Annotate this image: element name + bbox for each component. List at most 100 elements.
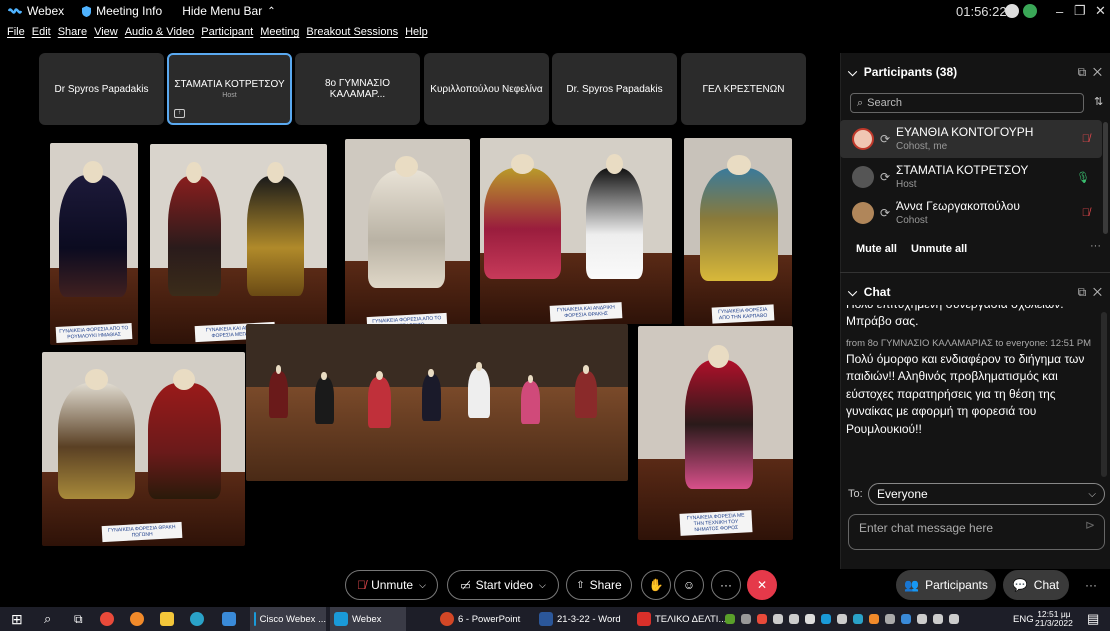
menu-breakout-sessions[interactable]: Breakout Sessions (306, 26, 398, 38)
hide-menu-bar-button[interactable]: Hide Menu Bar ⌃ (182, 4, 275, 18)
taskbar-app-powerpoint[interactable]: 6 - PowerPoint (440, 607, 520, 631)
video-tile[interactable]: Κυριλλοπούλου Νεφελίνα (424, 53, 549, 125)
collage-photo (246, 324, 628, 481)
participant-search-input[interactable]: ⌕ Search (850, 93, 1084, 113)
avatar (852, 166, 874, 188)
taskbar-clock[interactable]: 12:51 μμ 21/3/2022 (1035, 607, 1073, 631)
share-button[interactable]: ⇧ Share (566, 570, 632, 600)
minimize-button[interactable]: – (1056, 0, 1063, 22)
video-tile[interactable]: 8ο ΓΥΜΝΑΣΙΟ ΚΑΛΑΜΑΡ... (295, 53, 420, 125)
collage-photo: ΓΥΝΑΙΚΕΙΑ ΚΑΙ ΑΝΔΡΙΚΗ ΦΟΡΕΣΙΑ ΘΡΑΚΗΣ (480, 138, 672, 324)
pop-out-icon[interactable]: ⧉ (1078, 65, 1087, 79)
sync-icon: ⟳ (880, 132, 891, 146)
chat-bubble-icon: 💬 (1012, 578, 1028, 592)
participants-title[interactable]: ⌵ Participants (38) (848, 65, 957, 80)
chat-input[interactable]: Enter chat message here (848, 514, 1105, 550)
menu-file[interactable]: File (7, 26, 25, 38)
reactions-button[interactable]: ☺ (674, 570, 704, 600)
participants-button[interactable]: 👥 Participants (896, 570, 996, 600)
collage-photo: ΓΥΝΑΙΚΕΙΑ ΦΟΡΕΣΙΑ ΑΠΟ ΤΟ ΚΑΣΤΕΛΟΡΙΖΟ (345, 139, 470, 335)
chat-messages: Πολύ επιτυχημένη συνεργασία σχολείων. Μπ… (846, 305, 1094, 475)
chat-title[interactable]: ⌵ Chat (848, 285, 890, 300)
video-off-icon: ▭̸ (460, 579, 471, 592)
share-screen-icon: ↑ (174, 109, 185, 118)
taskbar-app-cisco-webex[interactable]: Cisco Webex ... (250, 607, 326, 631)
caption-card: ΓΥΝΑΙΚΕΙΑ ΦΟΡΕΣΙΑ ΜΕ ΤΗΝ ΤΕΧΝΙΚΗ ΤΟΥ ΝΗΜ… (679, 510, 753, 536)
chrome-icon[interactable] (100, 607, 118, 631)
chat-message-meta: from 8ο ΓΥΜΝΑΣΙΟ ΚΑΛΑΜΑΡΙΑΣ to everyone:… (846, 337, 1092, 349)
more-options-button[interactable]: ··· (711, 570, 741, 600)
language-indicator[interactable]: ENG (1013, 607, 1034, 631)
notifications-icon[interactable]: ▤ (1087, 607, 1099, 631)
leave-meeting-button[interactable]: ✕ (747, 570, 777, 600)
search-icon[interactable]: ⌕ (44, 607, 51, 631)
taskbar-app-webex[interactable]: Webex (330, 607, 406, 631)
participants-scrollbar[interactable] (1103, 122, 1108, 234)
network-health-icon[interactable] (1023, 4, 1037, 18)
menu-meeting[interactable]: Meeting (260, 26, 299, 38)
menu-audio-video[interactable]: Audio & Video (125, 26, 195, 38)
video-tile-active-speaker[interactable]: ΣΤΑΜΑΤΙΑ ΚΟΤΡΕΤΣΟΥ Host ↑ (167, 53, 292, 125)
webex-app-title: Webex (8, 4, 64, 18)
hand-icon: ✋ (648, 578, 664, 592)
task-view-icon[interactable]: ⧉ (74, 607, 83, 631)
more-options-icon[interactable]: ··· (1090, 240, 1101, 252)
sort-icon[interactable]: ⇅ (1094, 95, 1103, 108)
close-panel-icon[interactable]: ✕ (1093, 65, 1102, 79)
chevron-down-icon: ⌵ (1088, 488, 1096, 500)
menu-share[interactable]: Share (58, 26, 87, 38)
webex-taskbar-icon[interactable] (222, 607, 240, 631)
unmute-all-button[interactable]: Unmute all (911, 243, 967, 255)
mic-muted-icon[interactable]: 🎙̸ (1082, 207, 1090, 219)
taskbar-app-pdf[interactable]: ΤΕΛΙΚΟ ΔΕΛΤΙ... (637, 607, 726, 631)
mic-active-icon[interactable]: 🎙 (1076, 171, 1090, 184)
edge-icon[interactable] (190, 607, 208, 631)
pop-out-icon[interactable]: ⧉ (1078, 285, 1087, 299)
raise-hand-button[interactable]: ✋ (641, 570, 671, 600)
chat-button[interactable]: 💬 Chat (1003, 570, 1069, 600)
more-options-icon[interactable]: ··· (1085, 578, 1097, 592)
recipient-select[interactable]: Everyone ⌵ (868, 483, 1105, 505)
menu-edit[interactable]: Edit (32, 26, 51, 38)
video-tile[interactable]: ΓΕΛ ΚΡΕΣΤΕΝΩΝ (681, 53, 806, 125)
help-icon[interactable] (1005, 4, 1019, 18)
file-explorer-icon[interactable] (160, 607, 178, 631)
unmute-button[interactable]: 🎙̸ Unmute ⌵ (345, 570, 438, 600)
menu-view[interactable]: View (94, 26, 118, 38)
collage-photo: ΓΥΝΑΙΚΕΙΑ ΦΟΡΕΣΙΑ ΜΕ ΤΗΝ ΤΕΧΝΙΚΗ ΤΟΥ ΝΗΜ… (638, 326, 793, 540)
menu-participant[interactable]: Participant (201, 26, 253, 38)
caption-card: ΓΥΝΑΙΚΕΙΑ ΦΟΡΕΣΙΑ ΑΠΟ ΤΗΝ ΚΑΡΠΑΘΟ (711, 304, 775, 324)
people-icon: 👥 (904, 578, 920, 592)
mic-muted-icon[interactable]: 🎙̸ (1082, 133, 1090, 145)
maximize-button[interactable]: ❐ (1074, 0, 1086, 22)
chevron-down-icon: ⌵ (419, 579, 426, 590)
participant-row[interactable]: ⟳ ΕΥΑΝΘΙΑ ΚΟΝΤΟΓΟΥΡΗ Cohost, me 🎙̸ (840, 120, 1102, 158)
send-icon[interactable]: ⊳ (1085, 518, 1095, 532)
smiley-icon: ☺ (682, 578, 696, 592)
close-panel-icon[interactable]: ✕ (1093, 285, 1102, 299)
participant-row[interactable]: ⟳ ΣΤΑΜΑΤΙΑ ΚΟΤΡΕΤΣΟΥ Host 🎙 (840, 158, 1102, 196)
webex-logo-icon (8, 8, 22, 14)
taskbar-app-word[interactable]: 21-3-22 - Word (539, 607, 621, 631)
meeting-info-button[interactable]: Meeting Info (82, 4, 162, 18)
mute-all-button[interactable]: Mute all (856, 243, 897, 255)
collage-photo: ΓΥΝΑΙΚΕΙΑ ΦΟΡΕΣΙΑ ΘΡΑΚΗ ΠΩΓΩΝΗ (42, 352, 245, 546)
collage-photo: ΓΥΝΑΙΚΕΙΑ ΦΟΡΕΣΙΑ ΑΠΟ ΤΗΝ ΚΑΡΠΑΘΟ (684, 138, 792, 326)
panel-divider (840, 272, 1110, 273)
menu-help[interactable]: Help (405, 26, 428, 38)
system-tray-icons[interactable] (725, 607, 965, 631)
close-icon: ✕ (756, 578, 768, 592)
avatar (852, 202, 874, 224)
mic-muted-icon: 🎙̸ (357, 578, 367, 592)
firefox-icon[interactable] (130, 607, 148, 631)
start-video-button[interactable]: ▭̸ Start video ⌵ (447, 570, 559, 600)
start-icon[interactable]: ⊞ (11, 607, 23, 631)
share-screen-icon: ⇧ (576, 579, 585, 591)
collage-photo: ΓΥΝΑΙΚΕΙΑ ΚΑΙ ΑΝΔΡΙΚΗ ΦΟΡΕΣΙΑ ΜΕΓΑΡΩΝ (150, 144, 327, 344)
close-window-button[interactable]: ✕ (1095, 0, 1106, 22)
video-tile[interactable]: Dr. Spyros Papadakis (552, 53, 677, 125)
chat-scrollbar[interactable] (1101, 312, 1107, 477)
participant-row[interactable]: ⟳ Άννα Γεωργακοπούλου Cohost 🎙̸ (840, 194, 1102, 232)
collage-photo: ΓΥΝΑΙΚΕΙΑ ΦΟΡΕΣΙΑ ΑΠΟ ΤΟ ΡΟΥΜΛΟΥΚΙ ΗΜΑΘΙ… (50, 143, 138, 345)
video-tile[interactable]: Dr Spyros Papadakis (39, 53, 164, 125)
